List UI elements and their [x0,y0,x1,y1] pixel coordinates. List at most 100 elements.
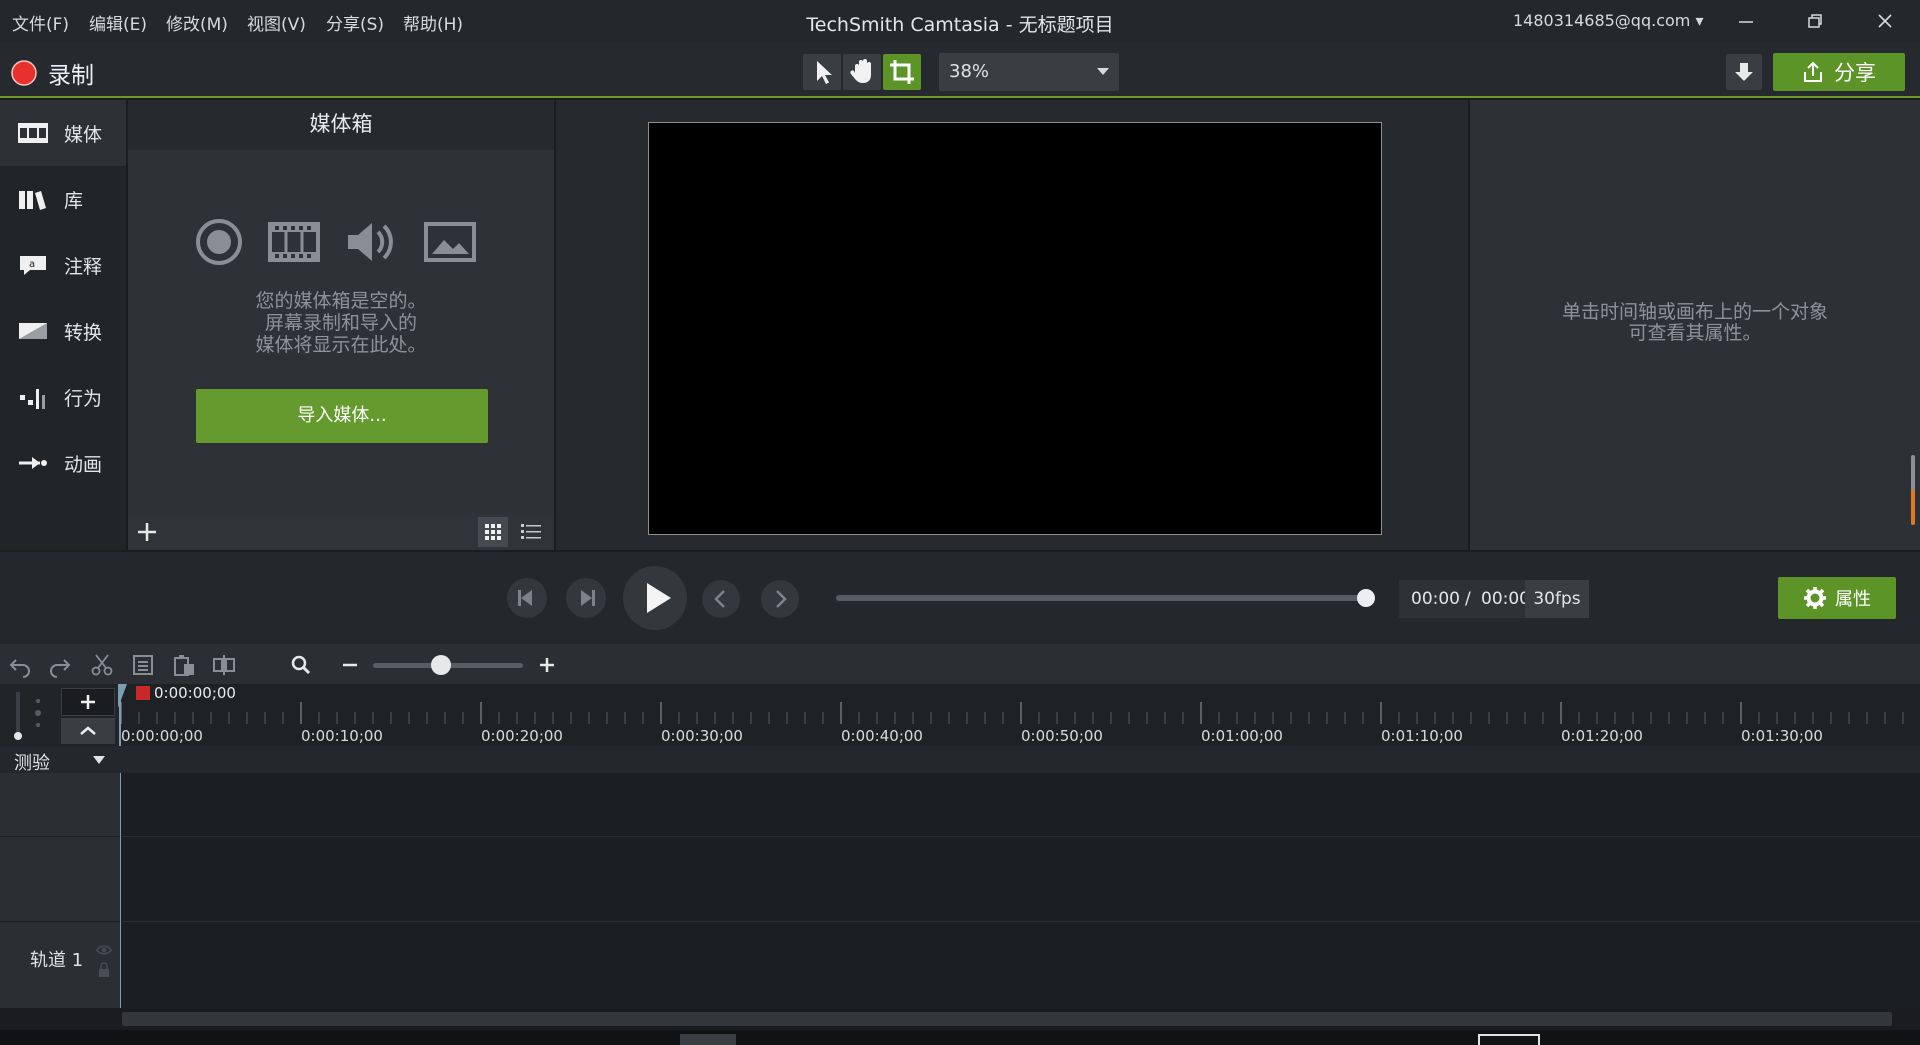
recording-icon [195,218,243,266]
record-button[interactable]: 录制 [10,56,94,90]
list-view-icon[interactable] [516,517,546,547]
nav-item-label: 行为 [64,387,103,410]
behavior-icon [20,389,45,409]
quiz-track-header[interactable]: 测验 [0,746,1920,774]
taskbar-window-icon[interactable] [1478,1034,1540,1045]
step-forward-icon [581,590,595,606]
share-button[interactable]: 分享 [1773,53,1905,91]
previous-marker-button[interactable] [702,580,740,618]
left-nav: 媒体 库 a 注释 转换 行为 动画 更多 [0,100,126,650]
add-track-button[interactable] [61,688,115,716]
nav-item-label: 注释 [64,255,103,278]
quiz-label: 测验 [14,753,50,774]
undo-icon[interactable] [7,652,33,678]
menu-view[interactable]: 视图(V) [247,10,306,35]
ruler-ticks [120,702,1904,724]
chevron-right-icon [776,590,787,608]
menu-modify[interactable]: 修改(M) [166,10,228,35]
timeline-horizontal-scrollbar[interactable] [122,1012,1892,1026]
time-separator: / [1465,589,1471,609]
lock-icon[interactable] [97,962,111,978]
restore-icon[interactable] [1806,12,1824,30]
media-bin-footer [128,513,554,550]
bottom-strip [0,1030,1920,1045]
nav-item-animations[interactable]: 动画 [0,430,126,496]
hand-icon [850,59,871,83]
close-icon[interactable] [1876,12,1894,30]
record-label: 录制 [48,63,94,89]
menu-help[interactable]: 帮助(H) [403,10,463,35]
audio-icon [344,218,398,266]
chevron-left-icon [714,590,725,608]
next-marker-button[interactable] [761,580,799,618]
track-height-slider[interactable] [14,692,22,740]
menu-file[interactable]: 文件(F) [12,10,69,35]
timeline-ruler[interactable]: 0:00:00;00 0:00:00;00 0:00:10;00 0:00:20;0… [118,684,1920,746]
eye-icon[interactable] [96,944,112,956]
download-icon [1735,63,1753,81]
image-icon [423,218,477,266]
track-divider [122,921,1920,922]
track-divider [0,921,120,922]
annotation-icon: a [20,256,46,275]
minimize-icon[interactable] [1737,12,1755,30]
add-icon[interactable] [132,517,162,547]
chevron-down-icon [93,756,105,764]
panel-scrollbar[interactable] [1911,455,1915,525]
play-button[interactable] [623,566,687,630]
zoom-in-icon[interactable] [534,652,560,678]
pointer-icon [817,61,832,84]
pan-tool-button[interactable] [843,54,881,90]
ruler-tick-label: 0:00:10;00 [301,727,383,745]
nav-item-annotations[interactable]: a 注释 [0,232,126,298]
ruler-tick-label: 0:01:10;00 [1381,727,1463,745]
split-icon[interactable] [211,652,237,678]
step-back-button[interactable] [507,578,547,618]
zoom-search-icon[interactable] [288,652,314,678]
preview-canvas[interactable] [648,122,1382,535]
select-tool-button[interactable] [803,54,841,90]
track-name[interactable]: 轨道 1 [30,946,83,972]
redo-icon[interactable] [47,652,73,678]
zoom-value: 38% [949,61,990,82]
chevron-down-icon [1097,68,1109,75]
paste-icon[interactable] [171,652,197,678]
menu-edit[interactable]: 编辑(E) [89,10,147,35]
plus-icon [81,695,95,709]
cut-icon[interactable] [89,652,115,678]
account-menu[interactable]: 1480314685@qq.com ▾ [1513,11,1704,30]
nav-item-media[interactable]: 媒体 [0,100,126,166]
grid-view-icon[interactable] [478,517,508,547]
ruler-tick-label: 0:00:30;00 [661,727,743,745]
scrubber-handle[interactable] [1357,589,1375,607]
playback-scrubber[interactable] [836,595,1366,601]
crop-tool-button[interactable] [883,54,921,90]
chevron-up-icon [80,726,96,735]
library-icon [19,191,46,210]
menu-share[interactable]: 分享(S) [326,10,384,35]
timeline-zoom-handle[interactable] [430,655,451,675]
playhead-time: 0:00:00;00 [154,684,236,702]
nav-item-library[interactable]: 库 [0,166,126,232]
zoom-out-icon[interactable] [337,652,363,678]
import-media-button[interactable]: 导入媒体... [196,389,488,443]
download-button[interactable] [1726,54,1762,90]
title-bar: 文件(F) 编辑(E) 修改(M) 视图(V) 分享(S) 帮助(H) Tech… [0,0,1920,42]
empty-media-message: 您的媒体箱是空的。 屏幕录制和导入的 媒体将显示在此处。 [128,290,554,356]
taskbar-thumb[interactable] [680,1034,736,1045]
nav-item-behaviors[interactable]: 行为 [0,364,126,430]
playhead-marker[interactable] [136,686,150,700]
step-forward-button[interactable] [566,578,606,618]
zoom-dropdown[interactable]: 38% [939,53,1119,91]
nav-item-transitions[interactable]: 转换 [0,298,126,364]
properties-button[interactable]: 属性 [1778,577,1896,619]
track-divider [122,836,1920,837]
copy-icon[interactable] [130,652,156,678]
collapse-tracks-button[interactable] [61,718,115,744]
ruler-tick-label: 0:01:30;00 [1741,727,1823,745]
nav-item-label: 媒体 [64,123,103,146]
properties-hint-line: 单击时间轴或画布上的一个对象 [1561,301,1828,323]
main-toolbar: 录制 38% 分享 [0,42,1920,98]
tracks-area[interactable] [122,746,1920,1008]
magnet-icon [31,696,45,730]
